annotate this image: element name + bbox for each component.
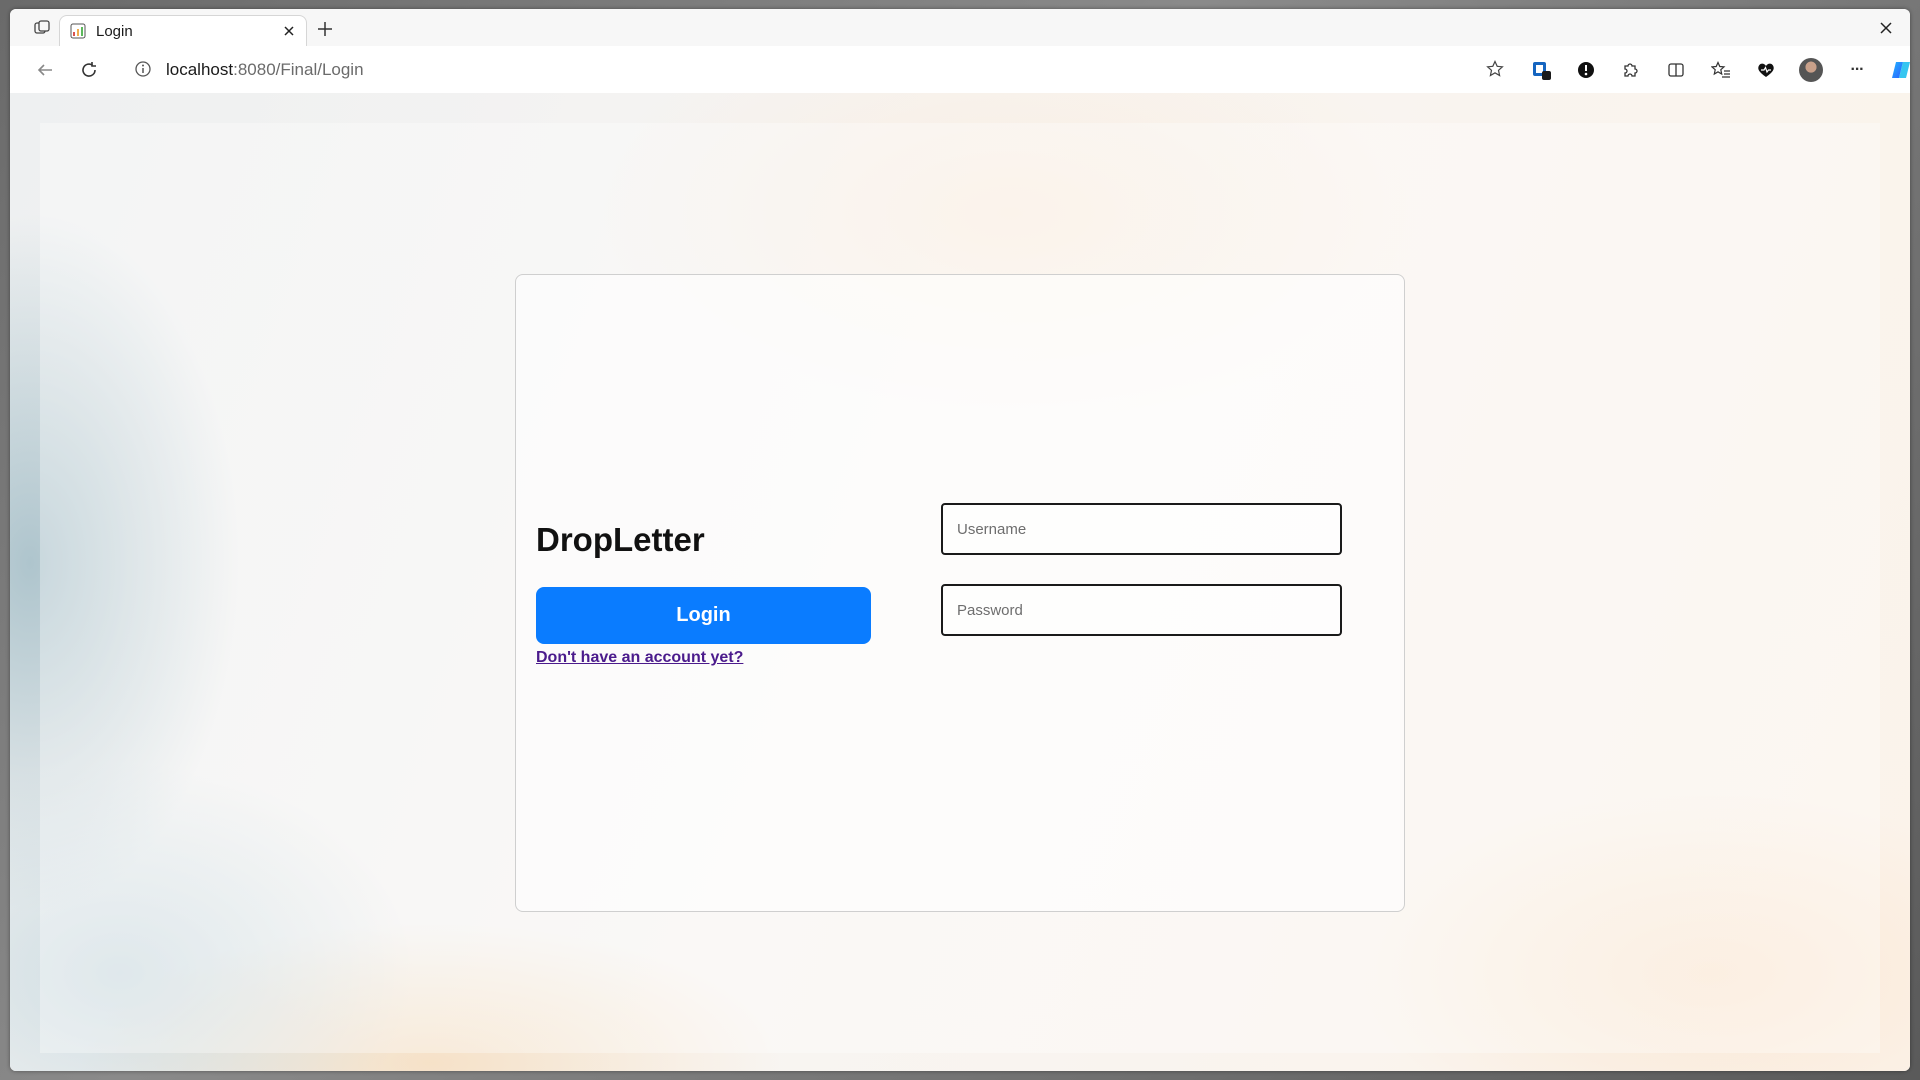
tab-close-icon[interactable] (280, 22, 298, 40)
url-path: :8080/Final/Login (233, 60, 364, 79)
split-screen-icon[interactable] (1663, 57, 1689, 83)
reload-icon[interactable] (76, 57, 102, 83)
login-button[interactable]: Login (536, 587, 871, 644)
browser-window: Login localhost:8080/Final/Login 4 ··· D… (10, 9, 1910, 1071)
extension-badge-icon[interactable]: 4 (1528, 57, 1555, 84)
window-close-icon[interactable] (1876, 18, 1896, 38)
tab-title: Login (96, 23, 133, 40)
more-menu-label: ··· (1850, 61, 1865, 78)
favorites-icon[interactable] (1708, 57, 1734, 83)
tab-actions-icon[interactable] (32, 18, 52, 38)
username-field[interactable] (941, 503, 1342, 555)
address-bar[interactable]: localhost:8080/Final/Login (122, 51, 1512, 87)
password-field[interactable] (941, 584, 1342, 636)
browser-essentials-icon[interactable] (1753, 57, 1779, 83)
profile-avatar[interactable] (1798, 57, 1824, 83)
site-info-icon[interactable] (134, 60, 152, 78)
url-text[interactable]: localhost:8080/Final/Login (166, 60, 364, 80)
page-viewport: DropLetter Login Don't have an account y… (10, 93, 1910, 1071)
avatar (1799, 58, 1823, 82)
tab-login[interactable]: Login (59, 15, 307, 46)
extension-badge-count: 4 (1550, 75, 1555, 84)
tab-strip: Login (10, 9, 1910, 46)
password-manager-icon[interactable] (1573, 57, 1599, 83)
brand-title: DropLetter (536, 521, 705, 558)
browser-toolbar: localhost:8080/Final/Login 4 ··· (10, 46, 1910, 94)
extensions-puzzle-icon[interactable] (1617, 57, 1643, 83)
signup-link[interactable]: Don't have an account yet? (536, 649, 743, 667)
login-card: DropLetter Login Don't have an account y… (515, 274, 1405, 912)
back-arrow-icon[interactable] (32, 57, 58, 83)
more-menu-icon[interactable]: ··· (1844, 57, 1870, 83)
copilot-icon[interactable] (1888, 57, 1910, 83)
url-host: localhost (166, 60, 234, 79)
new-tab-button[interactable] (315, 19, 335, 39)
page-favicon-icon (70, 23, 86, 39)
favorite-star-icon[interactable] (1484, 58, 1506, 80)
